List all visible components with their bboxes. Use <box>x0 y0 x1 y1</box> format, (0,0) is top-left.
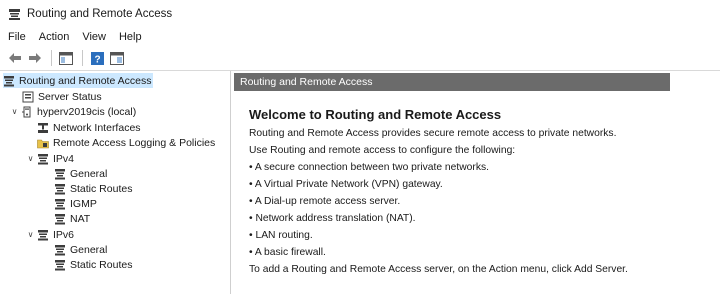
tree-label: IGMP <box>70 197 97 210</box>
tree-label: Static Routes <box>70 258 133 271</box>
tree-label: Network Interfaces <box>53 121 141 134</box>
routing-node-icon <box>55 198 65 209</box>
back-arrow-icon <box>9 53 21 63</box>
bullet-item: • Network address translation (NAT). <box>249 213 416 224</box>
console-tree: Routing and Remote Access Server Status … <box>0 71 231 294</box>
details-pane: Routing and Remote Access Welcome to Rou… <box>234 71 720 294</box>
title-bar: Routing and Remote Access <box>0 0 720 28</box>
footer-text: To add a Routing and Remote Access serve… <box>249 264 628 275</box>
tree-label: hyperv2019cis (local) <box>37 105 137 118</box>
help-icon: ? <box>90 51 104 65</box>
tree-item-ipv4-nat[interactable]: NAT <box>54 211 90 226</box>
tree-item-ipv4-igmp[interactable]: IGMP <box>54 196 97 211</box>
routing-node-icon <box>55 259 65 270</box>
welcome-heading: Welcome to Routing and Remote Access <box>249 107 502 122</box>
menu-help[interactable]: Help <box>119 31 142 43</box>
back-button[interactable] <box>6 49 24 67</box>
tree-label: IPv6 <box>53 228 75 241</box>
intro-text: Routing and Remote Access provides secur… <box>249 128 617 139</box>
folder-icon <box>37 139 49 148</box>
tree-item-ipv4-general[interactable]: General <box>54 166 107 181</box>
tree-item-ipv4[interactable]: ∨ IPv4 <box>26 151 74 166</box>
toolbar-separator <box>82 50 83 66</box>
console-tree-button[interactable] <box>108 49 126 67</box>
svg-text:?: ? <box>94 54 100 65</box>
configure-text: Use Routing and remote access to configu… <box>249 145 516 156</box>
tree-item-logging[interactable]: Remote Access Logging & Policies <box>37 135 215 150</box>
tree-label: Static Routes <box>70 182 133 195</box>
tree-item-ipv6-static-routes[interactable]: Static Routes <box>54 257 132 272</box>
window-title: Routing and Remote Access <box>27 8 173 20</box>
tree-label: Routing and Remote Access <box>19 74 152 87</box>
network-icon <box>38 122 48 133</box>
menu-view[interactable]: View <box>82 31 106 43</box>
tree-label: Remote Access Logging & Policies <box>53 136 216 149</box>
routing-node-icon <box>55 213 65 224</box>
menu-bar: File Action View Help <box>0 28 720 46</box>
server-local-icon <box>22 106 31 117</box>
tree-item-ipv6[interactable]: ∨ IPv6 <box>26 227 74 242</box>
bullet-item: • A secure connection between two privat… <box>249 162 489 173</box>
help-button[interactable]: ? <box>88 49 106 67</box>
tree-label: IPv4 <box>53 152 75 165</box>
tree-label: Server Status <box>38 90 102 103</box>
console-tree-icon <box>110 51 124 65</box>
toolbar: ? <box>0 47 720 69</box>
routing-node-icon <box>55 168 65 179</box>
bullet-item: • LAN routing. <box>249 230 313 241</box>
tree-label: General <box>70 167 108 180</box>
show-hide-tree-button[interactable] <box>57 49 75 67</box>
tree-item-network-interfaces[interactable]: Network Interfaces <box>37 120 141 135</box>
pane-header: Routing and Remote Access <box>234 73 670 91</box>
bullet-item: • A basic firewall. <box>249 247 326 258</box>
tree-item-root[interactable]: Routing and Remote Access <box>3 73 153 88</box>
ipv6-icon <box>38 229 48 240</box>
server-icon <box>4 75 14 86</box>
bullet-item: • A Dial-up remote access server. <box>249 196 401 207</box>
forward-arrow-icon <box>29 53 41 63</box>
tree-item-ipv4-static-routes[interactable]: Static Routes <box>54 181 132 196</box>
tree-item-server-status[interactable]: Server Status <box>22 89 102 104</box>
toolbar-separator <box>51 50 52 66</box>
routing-node-icon <box>55 183 65 194</box>
show-hide-tree-icon <box>59 51 73 65</box>
menu-action[interactable]: Action <box>39 31 70 43</box>
chevron-down-icon[interactable]: ∨ <box>26 151 35 166</box>
bullet-item: • A Virtual Private Network (VPN) gatewa… <box>249 179 443 190</box>
server-status-icon <box>22 91 34 102</box>
tree-item-server[interactable]: ∨ hyperv2019cis (local) <box>10 104 137 119</box>
server-icon <box>9 8 20 20</box>
tree-item-ipv6-general[interactable]: General <box>54 242 107 257</box>
forward-button[interactable] <box>26 49 44 67</box>
chevron-down-icon[interactable]: ∨ <box>10 104 19 119</box>
menu-file[interactable]: File <box>8 31 26 43</box>
tree-label: General <box>70 243 108 256</box>
tree-label: NAT <box>70 212 91 225</box>
chevron-down-icon[interactable]: ∨ <box>26 227 35 242</box>
ipv4-icon <box>38 153 48 164</box>
routing-node-icon <box>55 244 65 255</box>
